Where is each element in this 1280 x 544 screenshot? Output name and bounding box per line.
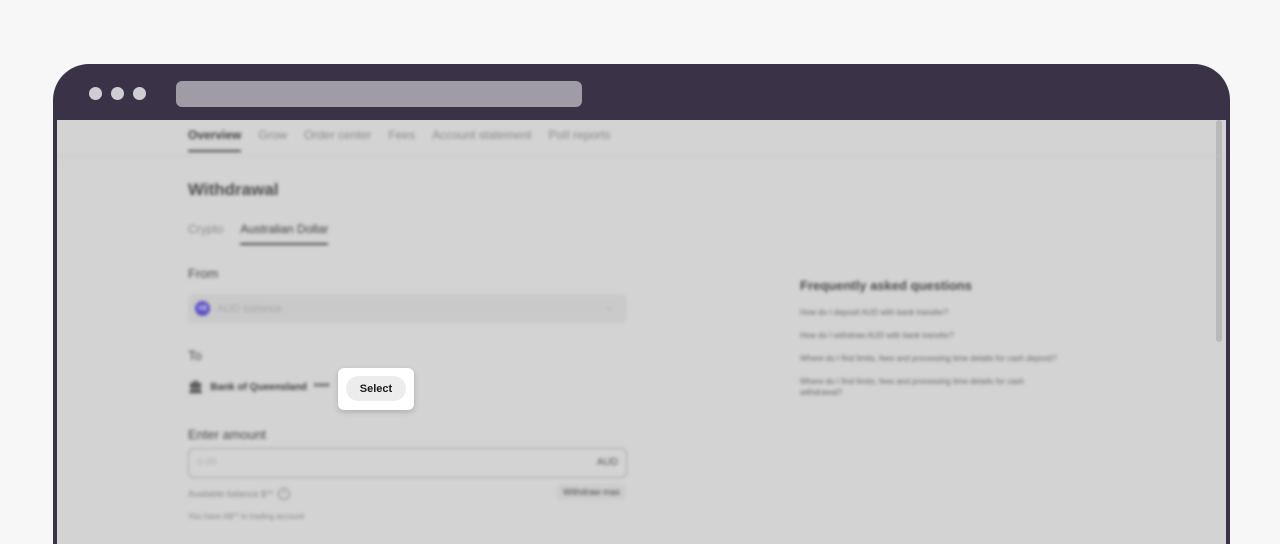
chevron-down-icon: ⌄ — [604, 302, 613, 313]
scrollbar[interactable] — [1216, 120, 1222, 342]
nav-tab-grow[interactable]: Grow — [258, 128, 287, 142]
browser-window: Overview Grow Order center Fees Account … — [53, 64, 1230, 544]
screenshot-frame: Overview Grow Order center Fees Account … — [0, 0, 1280, 544]
faq-item-deposit-limits[interactable]: Where do I find limits, fees and process… — [800, 353, 1060, 364]
withdraw-max-button[interactable]: Withdraw max — [557, 484, 627, 500]
from-label: From — [188, 266, 219, 281]
nav-tab-fees[interactable]: Fees — [388, 128, 415, 142]
nav-tab-poii-reports[interactable]: PoII reports — [548, 128, 610, 142]
bank-account-mask: **** — [313, 381, 330, 393]
select-bank-button[interactable]: Select — [346, 376, 406, 401]
subtab-crypto[interactable]: Crypto — [188, 222, 223, 236]
from-value: AUD balance — [217, 302, 282, 315]
address-bar[interactable] — [176, 81, 582, 107]
nav-tab-order-center[interactable]: Order center — [304, 128, 371, 142]
window-controls — [89, 87, 146, 100]
select-highlight-card: Select — [338, 368, 414, 410]
faq-item-withdraw[interactable]: How do I withdraw AUD with bank transfer… — [800, 330, 1060, 341]
window-dot-close[interactable] — [89, 87, 102, 100]
to-label: To — [188, 348, 202, 363]
available-balance-text: Available balance $** — [188, 489, 273, 499]
bank-account-row: 🏛 Bank of Queensland **** — [188, 380, 330, 394]
withdrawal-subtabs: Crypto Australian Dollar — [188, 222, 329, 245]
amount-placeholder: 0.00 — [197, 457, 217, 468]
from-select[interactable]: A$ AUD balance ⌄ — [188, 294, 627, 323]
bank-icon: 🏛 — [188, 380, 204, 394]
aud-currency-icon: A$ — [195, 301, 210, 316]
bank-name: Bank of Queensland — [210, 381, 307, 393]
window-dot-maximize[interactable] — [133, 87, 146, 100]
subtab-australian-dollar[interactable]: Australian Dollar — [240, 222, 329, 245]
faq-item-withdrawal-limits[interactable]: Where do I find limits, fees and process… — [800, 376, 1060, 398]
nav-divider — [57, 156, 1226, 157]
top-nav: Overview Grow Order center Fees Account … — [188, 128, 611, 152]
page-viewport: Overview Grow Order center Fees Account … — [57, 120, 1226, 544]
nav-tab-overview[interactable]: Overview — [188, 128, 242, 152]
amount-label: Enter amount — [188, 427, 267, 442]
faq-item-deposit[interactable]: How do I deposit AUD with bank transfer? — [800, 307, 1060, 318]
amount-currency: AUD — [596, 457, 618, 468]
faq-title: Frequently asked questions — [800, 278, 972, 293]
available-balance: Available balance $** i — [188, 488, 290, 500]
faq-panel: Frequently asked questions How do I depo… — [800, 278, 1060, 410]
amount-input[interactable]: 0.00 AUD — [188, 448, 627, 478]
window-dot-minimize[interactable] — [111, 87, 124, 100]
info-icon[interactable]: i — [277, 488, 290, 500]
trading-account-note: You have A$** in trading account — [188, 512, 305, 521]
page-title: Withdrawal — [188, 180, 279, 199]
nav-tab-account-statement[interactable]: Account statement — [432, 128, 531, 142]
